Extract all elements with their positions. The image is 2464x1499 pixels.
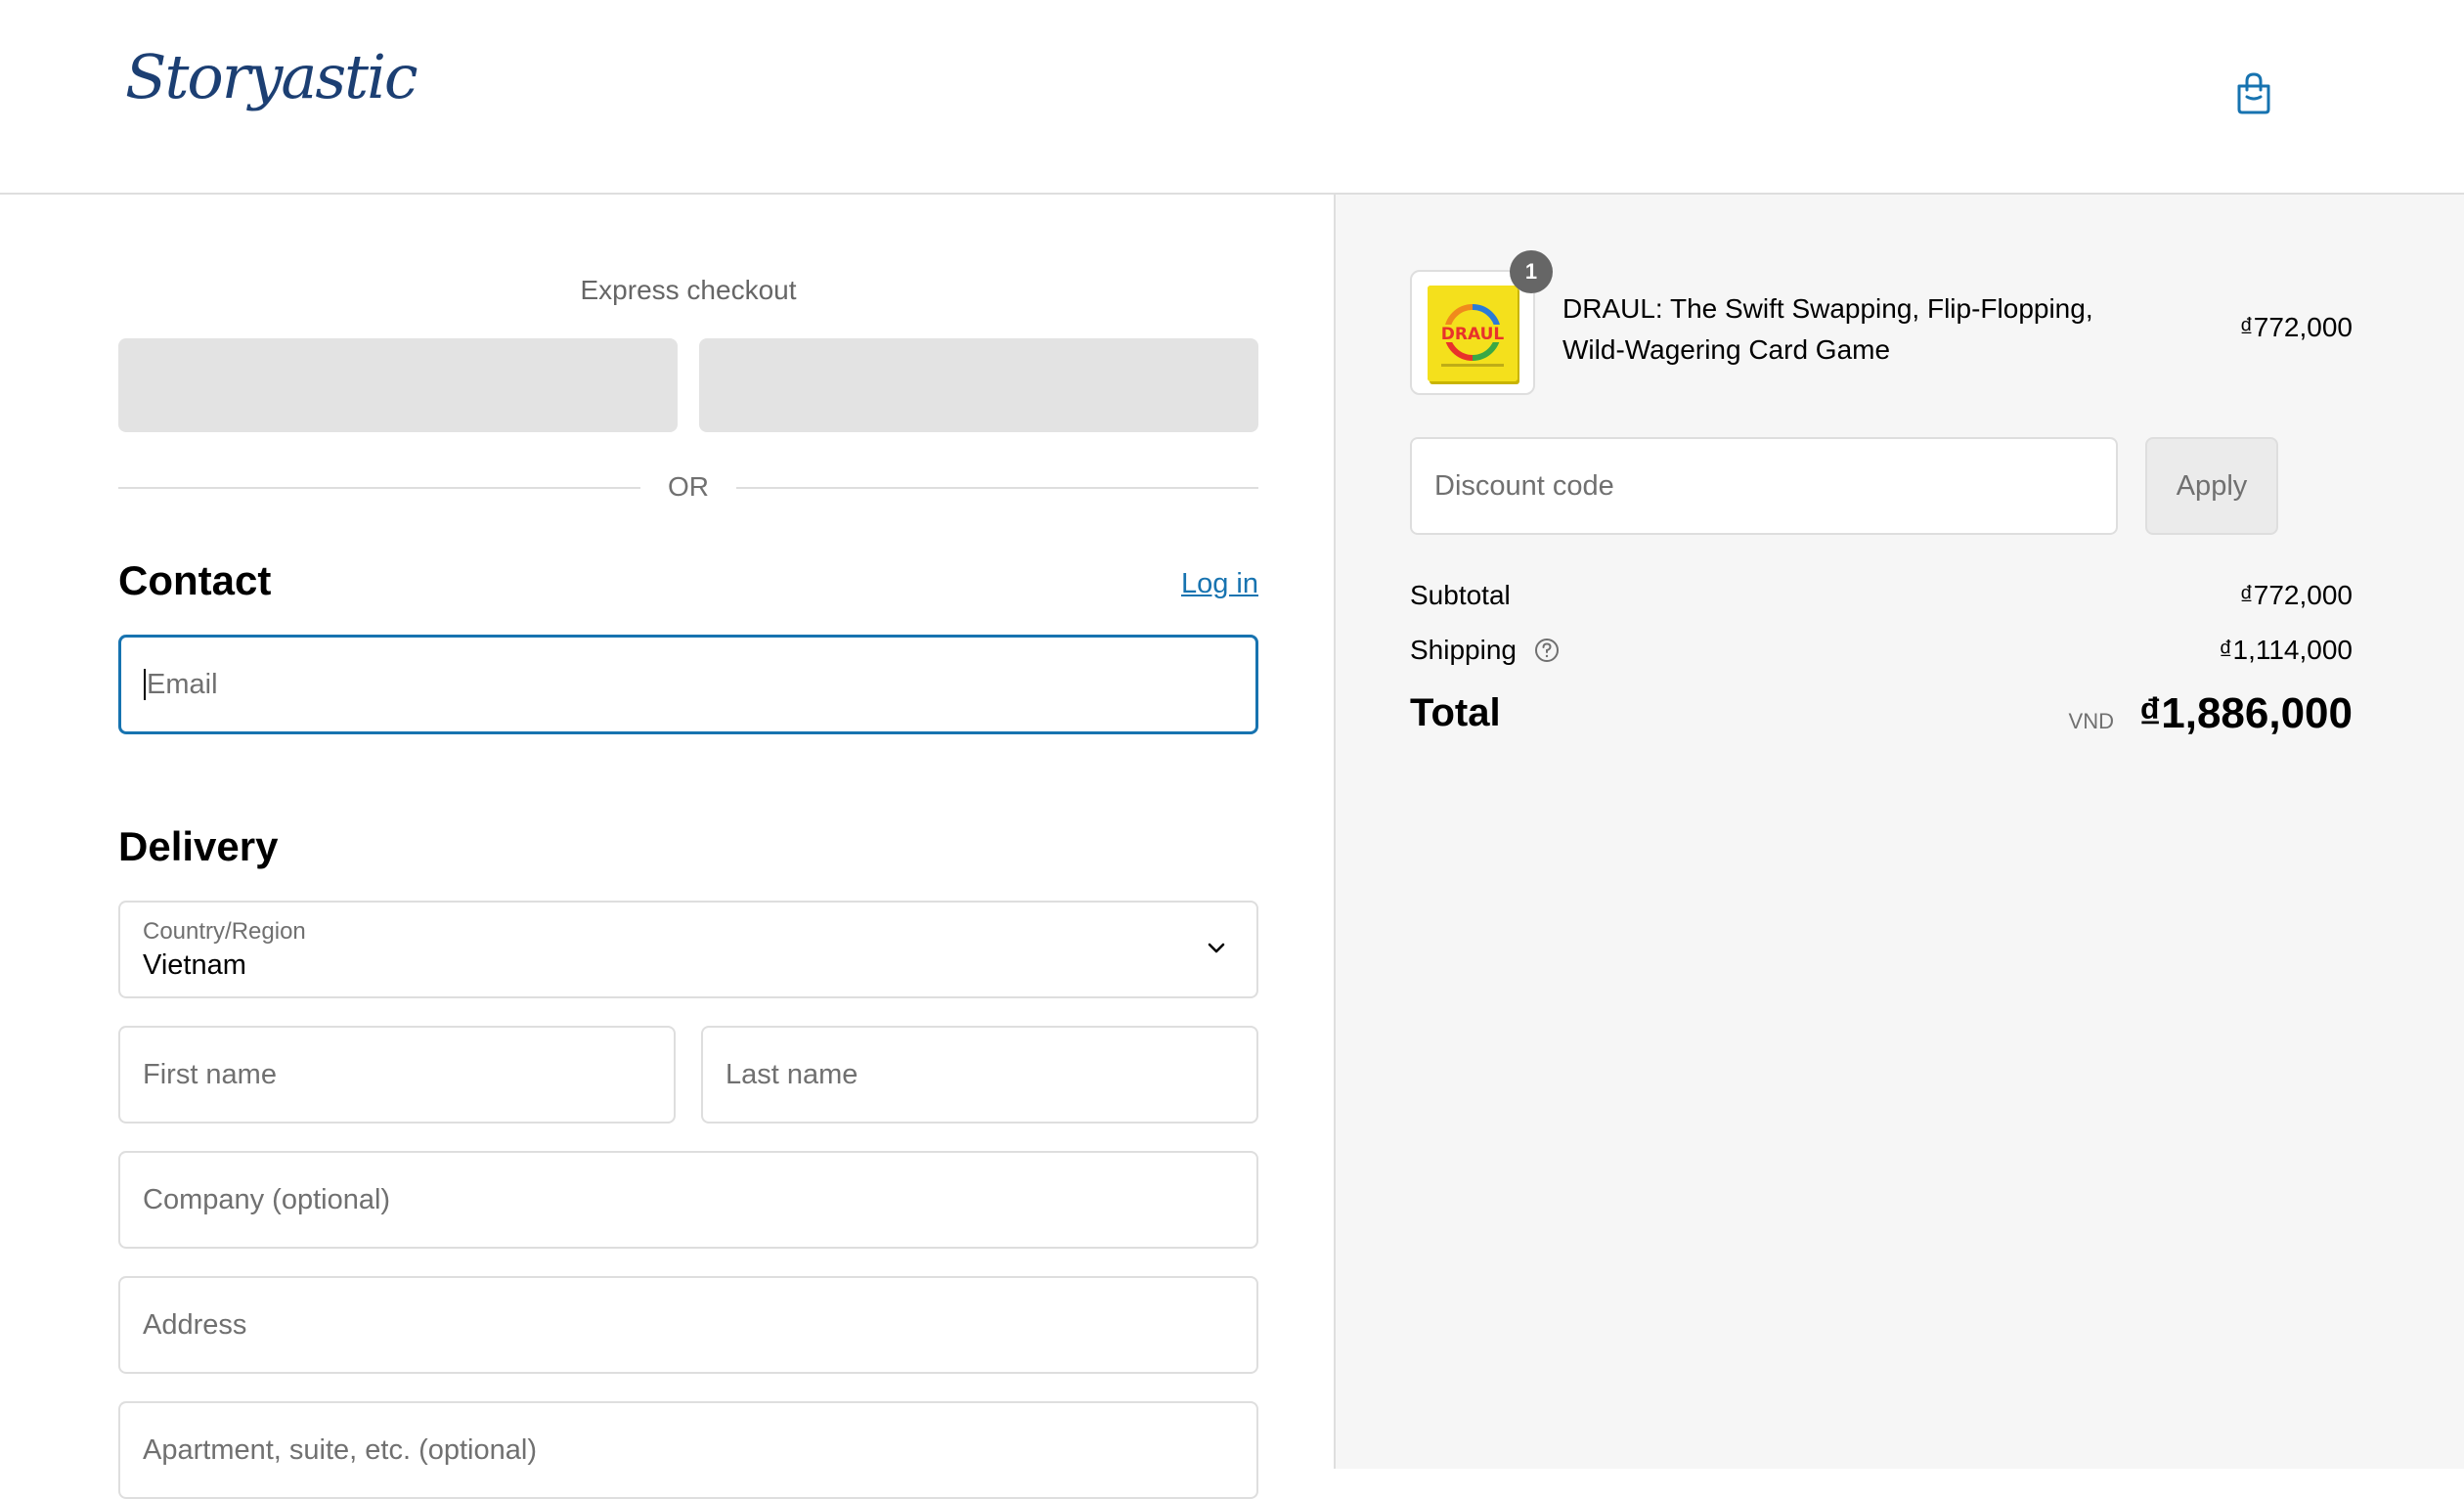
subtotal-label: Subtotal: [1410, 580, 1511, 610]
product-image: DRAUL: [1428, 286, 1518, 381]
apartment-placeholder: Apartment, suite, etc. (optional): [143, 1433, 537, 1466]
or-divider: OR: [118, 468, 1258, 507]
express-checkout-title: Express checkout: [580, 275, 797, 305]
checkout-form: Express checkout OR Contact Log in Email…: [0, 195, 1334, 1499]
header: Storyastic: [0, 0, 2464, 195]
help-icon[interactable]: [1534, 638, 1560, 663]
apply-discount-button[interactable]: Apply: [2145, 437, 2278, 535]
product-price: ₫772,000: [2239, 312, 2353, 342]
country-label: Country/Region: [143, 918, 306, 945]
discount-code-input[interactable]: Discount code: [1410, 437, 2118, 535]
subtotal-value: ₫772,000: [2239, 580, 2353, 610]
discount-placeholder: Discount code: [1434, 469, 1614, 502]
country-value: Vietnam: [143, 949, 246, 981]
last-name-field[interactable]: Last name: [701, 1026, 1258, 1124]
company-field[interactable]: Company (optional): [118, 1151, 1258, 1249]
store-logo[interactable]: Storyastic: [125, 47, 418, 108]
email-field[interactable]: Email: [118, 635, 1258, 734]
address-field[interactable]: Address: [118, 1276, 1258, 1374]
order-summary: DRAUL 1 DRAUL: The Swift Swapping, Flip-…: [1334, 195, 2464, 1469]
total-value: ₫1,886,000: [2138, 689, 2353, 737]
divider-line: [118, 487, 640, 489]
contact-title: Contact: [118, 557, 272, 603]
product-box-art: DRAUL: [1428, 286, 1518, 381]
shipping-label-row: Shipping: [1410, 635, 1560, 666]
shopping-bag-icon[interactable]: [2235, 70, 2272, 115]
address-placeholder: Address: [143, 1308, 247, 1341]
total-label: Total: [1410, 691, 1501, 734]
express-checkout-button-2[interactable]: [699, 338, 1258, 432]
email-placeholder: Email: [147, 668, 218, 700]
product-name: DRAUL: The Swift Swapping, Flip-Flopping…: [1562, 293, 2093, 365]
first-name-field[interactable]: First name: [118, 1026, 676, 1124]
quantity-badge: 1: [1510, 250, 1553, 293]
text-caret: [144, 669, 146, 700]
total-currency: VND: [2068, 709, 2114, 733]
apartment-field[interactable]: Apartment, suite, etc. (optional): [118, 1401, 1258, 1499]
login-link[interactable]: Log in: [1181, 568, 1258, 600]
chevron-down-icon: [1208, 943, 1225, 953]
divider-line: [736, 487, 1258, 489]
shipping-label: Shipping: [1410, 635, 1517, 665]
country-select[interactable]: Country/Region Vietnam: [118, 901, 1258, 998]
first-name-placeholder: First name: [143, 1058, 277, 1090]
product-thumbnail: DRAUL 1: [1410, 250, 1553, 395]
company-placeholder: Company (optional): [143, 1183, 391, 1215]
shipping-value: ₫1,114,000: [2219, 635, 2353, 665]
delivery-title: Delivery: [118, 823, 279, 869]
or-label: OR: [668, 471, 709, 502]
last-name-placeholder: Last name: [726, 1058, 858, 1090]
express-checkout-button-1[interactable]: [118, 338, 678, 432]
product-image-text: DRAUL: [1441, 325, 1505, 344]
